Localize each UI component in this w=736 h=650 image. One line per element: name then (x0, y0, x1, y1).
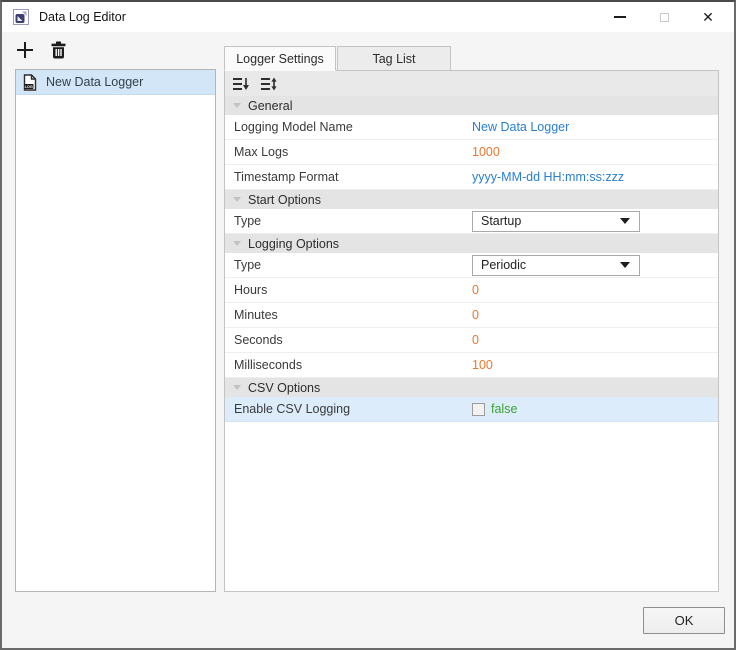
section-title: General (248, 99, 292, 113)
logger-list-item[interactable]: LOG New Data Logger (16, 70, 215, 95)
prop-label: Milliseconds (225, 358, 472, 372)
row-seconds: Seconds 0 (225, 328, 718, 353)
row-timestamp-format: Timestamp Format yyyy-MM-dd HH:mm:ss:zzz (225, 165, 718, 190)
minutes-value[interactable]: 0 (472, 308, 479, 322)
collapse-caret-icon (233, 197, 241, 202)
trash-icon (50, 41, 67, 59)
data-log-editor-window: Data Log Editor ✕ (0, 0, 736, 650)
prop-label: Max Logs (225, 145, 472, 159)
row-minutes: Minutes 0 (225, 303, 718, 328)
prop-label: Minutes (225, 308, 472, 322)
expand-all-button[interactable] (260, 75, 278, 93)
prop-label: Logging Model Name (225, 120, 472, 134)
prop-label: Enable CSV Logging (225, 402, 472, 416)
row-logging-model-name: Logging Model Name New Data Logger (225, 115, 718, 140)
row-logging-type: Type Periodic (225, 253, 718, 278)
enable-csv-checkbox[interactable] (472, 403, 485, 416)
prop-label: Type (225, 258, 472, 272)
section-header-csv-options[interactable]: CSV Options (225, 378, 718, 397)
expand-all-icon (261, 77, 277, 91)
tab-label: Logger Settings (236, 52, 324, 66)
plus-icon (16, 41, 34, 59)
collapse-all-icon (233, 77, 249, 91)
collapse-caret-icon (233, 241, 241, 246)
tab-tag-list[interactable]: Tag List (337, 46, 451, 71)
section-title: Logging Options (248, 237, 339, 251)
dropdown-selected-value: Periodic (481, 258, 526, 272)
tab-logger-settings[interactable]: Logger Settings (224, 46, 336, 71)
collapse-all-button[interactable] (232, 75, 250, 93)
logger-list: LOG New Data Logger (15, 69, 216, 592)
maximize-icon (660, 13, 669, 22)
logging-type-dropdown[interactable]: Periodic (472, 255, 640, 276)
delete-logger-button[interactable] (48, 40, 68, 60)
chevron-down-icon (620, 218, 630, 224)
section-title: CSV Options (248, 381, 320, 395)
tab-label: Tag List (372, 52, 415, 66)
window-title: Data Log Editor (39, 10, 126, 24)
collapse-caret-icon (233, 103, 241, 108)
section-header-general[interactable]: General (225, 96, 718, 115)
prop-label: Seconds (225, 333, 472, 347)
close-button[interactable]: ✕ (686, 2, 730, 32)
ok-button[interactable]: OK (643, 607, 725, 634)
dropdown-selected-value: Startup (481, 214, 521, 228)
minimize-button[interactable] (598, 2, 642, 32)
logging-model-name-value[interactable]: New Data Logger (472, 120, 569, 134)
section-header-start-options[interactable]: Start Options (225, 190, 718, 209)
enable-csv-value: false (491, 402, 517, 416)
ok-button-label: OK (675, 613, 694, 628)
prop-label: Timestamp Format (225, 170, 472, 184)
logger-settings-panel: General Logging Model Name New Data Logg… (224, 70, 719, 592)
section-title: Start Options (248, 193, 321, 207)
milliseconds-value[interactable]: 100 (472, 358, 493, 372)
log-file-icon: LOG (22, 74, 38, 91)
row-start-type: Type Startup (225, 209, 718, 234)
svg-text:LOG: LOG (25, 85, 33, 89)
hours-value[interactable]: 0 (472, 283, 479, 297)
logger-list-toolbar (15, 40, 68, 60)
row-milliseconds: Milliseconds 100 (225, 353, 718, 378)
window-controls: ✕ (598, 2, 730, 32)
property-grid-toolbar (225, 71, 718, 96)
prop-label: Type (225, 214, 472, 228)
tab-bar: Logger Settings Tag List (224, 46, 451, 71)
prop-label: Hours (225, 283, 472, 297)
seconds-value[interactable]: 0 (472, 333, 479, 347)
max-logs-value[interactable]: 1000 (472, 145, 500, 159)
row-enable-csv-logging: Enable CSV Logging false (225, 397, 718, 422)
row-max-logs: Max Logs 1000 (225, 140, 718, 165)
maximize-button[interactable] (642, 2, 686, 32)
app-logo-icon (13, 9, 29, 25)
timestamp-format-value[interactable]: yyyy-MM-dd HH:mm:ss:zzz (472, 170, 624, 184)
close-icon: ✕ (702, 10, 714, 24)
row-hours: Hours 0 (225, 278, 718, 303)
logger-item-label: New Data Logger (46, 75, 143, 89)
collapse-caret-icon (233, 385, 241, 390)
add-logger-button[interactable] (15, 40, 35, 60)
start-type-dropdown[interactable]: Startup (472, 211, 640, 232)
chevron-down-icon (620, 262, 630, 268)
title-bar: Data Log Editor ✕ (2, 2, 734, 32)
section-header-logging-options[interactable]: Logging Options (225, 234, 718, 253)
minimize-icon (614, 16, 626, 18)
